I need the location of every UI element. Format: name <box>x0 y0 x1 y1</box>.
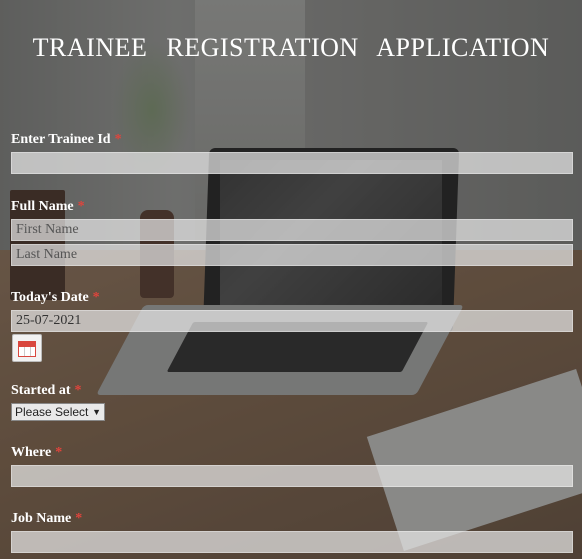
where-label: Where * <box>11 445 63 460</box>
page-title: TRAINEE REGISTRATION APPLICATION <box>32 33 550 62</box>
required-marker: * <box>55 445 63 460</box>
calendar-button[interactable] <box>12 334 42 362</box>
required-marker: * <box>75 511 83 526</box>
started-at-selected-value: Please Select <box>15 405 89 419</box>
trainee-id-label: Enter Trainee Id * <box>11 132 122 147</box>
job-name-label: Job Name * <box>11 511 83 526</box>
started-at-select[interactable]: Please Select ▼ <box>11 403 105 421</box>
job-name-input[interactable] <box>11 531 573 553</box>
required-marker: * <box>114 132 122 147</box>
started-at-label: Started at * <box>11 383 82 398</box>
full-name-label: Full Name * <box>11 199 85 214</box>
registration-form: TRAINEE REGISTRATION APPLICATION Enter T… <box>0 0 582 559</box>
chevron-down-icon: ▼ <box>92 407 101 417</box>
last-name-input[interactable] <box>11 244 573 266</box>
todays-date-label: Today's Date * <box>11 290 100 305</box>
todays-date-input[interactable] <box>11 310 573 332</box>
required-marker: * <box>92 290 100 305</box>
first-name-input[interactable] <box>11 219 573 241</box>
trainee-id-input[interactable] <box>11 152 573 174</box>
required-marker: * <box>74 383 82 398</box>
required-marker: * <box>77 199 85 214</box>
where-input[interactable] <box>11 465 573 487</box>
